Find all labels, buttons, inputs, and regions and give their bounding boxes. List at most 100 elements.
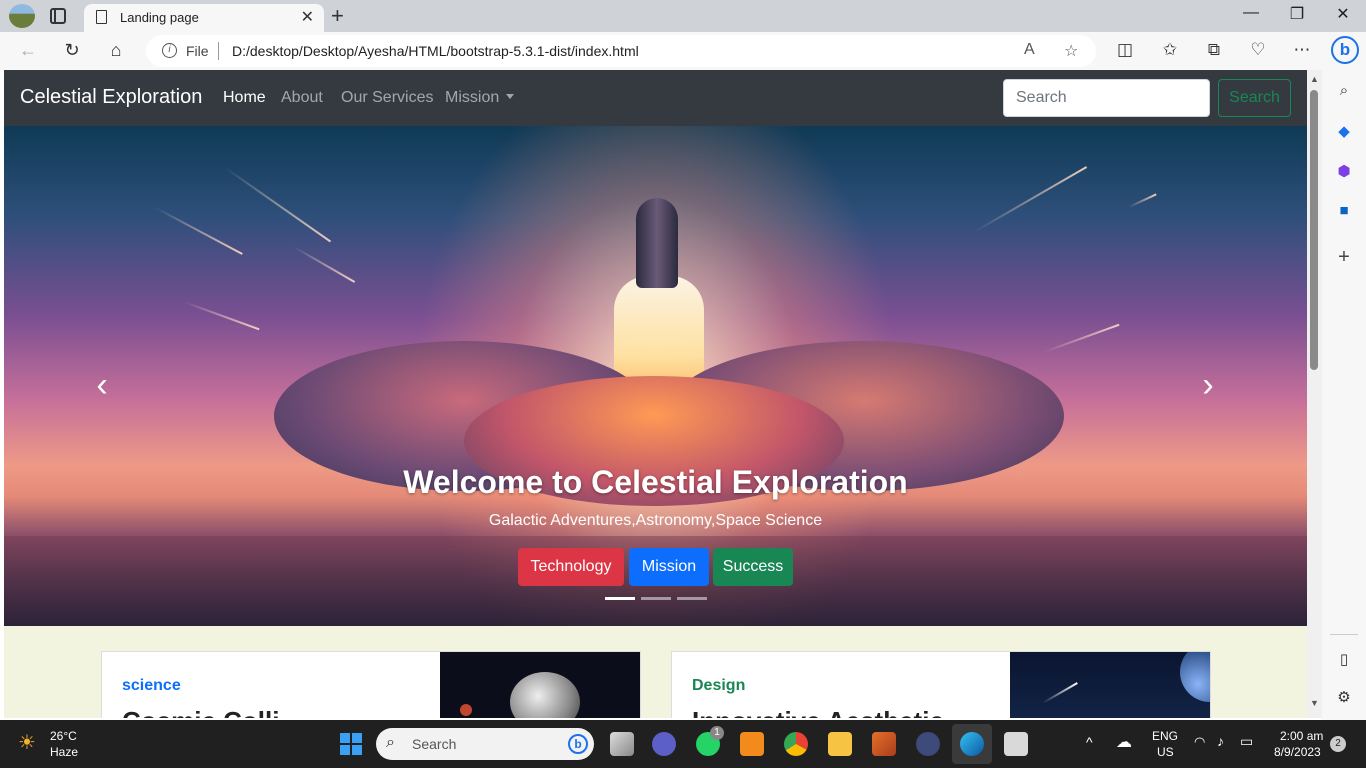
browser-toolbar: ← ↻ ⌂ i File D:/desktop/Desktop/Ayesha/H… [0, 32, 1366, 70]
tab-actions-icon[interactable] [50, 8, 66, 24]
meteor-streak [1043, 323, 1120, 353]
carousel-indicator-1[interactable] [605, 597, 635, 600]
weather-desc[interactable]: Haze [50, 745, 78, 759]
back-icon[interactable]: ← [16, 40, 40, 61]
page-scrollbar[interactable]: ▲ ▼ [1307, 70, 1322, 718]
nav-our-services[interactable]: Our Services [341, 89, 433, 107]
favorite-star-icon[interactable]: ☆ [1064, 41, 1078, 61]
new-tab-button[interactable]: + [331, 3, 344, 29]
mission-button[interactable]: Mission [629, 548, 709, 586]
carousel-indicator-3[interactable] [677, 597, 707, 600]
astronaut-image [440, 652, 640, 718]
design-card[interactable]: Design Innovative Aesthetic [671, 651, 1211, 718]
address-prefix: File [186, 43, 209, 59]
outlook-icon[interactable]: ■ [1334, 202, 1354, 222]
comet [1042, 682, 1078, 704]
sublime-text-icon[interactable] [740, 732, 764, 756]
weather-haze-icon[interactable]: ☀ [18, 730, 36, 755]
video-chat-icon[interactable] [652, 732, 676, 756]
volume-icon[interactable]: ♪ [1217, 733, 1224, 749]
sidebar-divider [1330, 634, 1358, 635]
address-bar[interactable]: i File D:/desktop/Desktop/Ayesha/HTML/bo… [146, 35, 1096, 67]
file-explorer-icon[interactable] [828, 732, 852, 756]
science-card[interactable]: science Cosmic Colli [101, 651, 641, 718]
scroll-down-icon[interactable]: ▼ [1310, 698, 1319, 708]
site-brand[interactable]: Celestial Exploration [20, 86, 202, 109]
card-category: science [122, 677, 181, 694]
url-text[interactable]: D:/desktop/Desktop/Ayesha/HTML/bootstrap… [232, 43, 639, 59]
more-menu-icon[interactable]: ⋯ [1290, 40, 1314, 60]
card-category: Design [692, 677, 746, 694]
nav-mission-dropdown[interactable]: Mission [445, 89, 515, 107]
meteor-streak [153, 206, 243, 255]
search-icon[interactable]: ⌕ [1334, 82, 1354, 102]
bing-icon: b [568, 734, 588, 754]
tab-close-icon[interactable]: ✕ [301, 7, 314, 27]
site-search-input[interactable] [1003, 79, 1210, 117]
clock-date[interactable]: 8/9/2023 [1274, 745, 1321, 759]
search-icon: ⌕ [386, 734, 395, 751]
window-close-button[interactable]: ✕ [1320, 4, 1366, 24]
sidebar-toggle-icon[interactable]: ▯ [1334, 650, 1354, 670]
snipping-tool-icon[interactable] [1004, 732, 1028, 756]
split-screen-icon[interactable]: ◫ [1113, 40, 1137, 60]
weather-temp[interactable]: 26°C [50, 729, 77, 743]
office-icon[interactable]: ⬢ [1334, 162, 1354, 182]
rocket [636, 198, 678, 288]
settings-gear-icon[interactable]: ⚙ [1334, 688, 1354, 708]
favorites-icon[interactable]: ✩ [1158, 40, 1182, 60]
onedrive-cloud-icon[interactable]: ☁ [1116, 732, 1132, 752]
profile-avatar[interactable] [9, 4, 35, 28]
carousel-prev-icon[interactable]: ‹ [82, 366, 122, 405]
info-icon[interactable]: i [162, 43, 177, 58]
nav-about[interactable]: About [281, 89, 323, 107]
read-aloud-icon[interactable]: A [1024, 41, 1035, 59]
scroll-up-icon[interactable]: ▲ [1310, 74, 1319, 84]
notification-badge[interactable]: 2 [1330, 736, 1346, 752]
browser-essentials-icon[interactable]: ♡ [1246, 40, 1270, 60]
caret-down-icon [506, 94, 515, 99]
tab-title: Landing page [120, 10, 199, 25]
scroll-thumb[interactable] [1310, 90, 1318, 370]
chevron-up-icon[interactable]: ^ [1086, 734, 1093, 750]
astronaut-helmet [510, 672, 580, 718]
add-icon[interactable]: + [1334, 246, 1354, 268]
card-title: Cosmic Colli [122, 706, 279, 718]
restore-button[interactable]: ❐ [1274, 4, 1320, 24]
app-icon[interactable] [916, 732, 940, 756]
matlab-icon[interactable] [872, 732, 896, 756]
page-icon [96, 10, 107, 24]
nav-home[interactable]: Home [223, 89, 266, 107]
task-view-icon[interactable] [610, 732, 634, 756]
clock-time[interactable]: 2:00 am [1280, 729, 1323, 743]
windows-start-icon[interactable] [340, 733, 362, 755]
language-top[interactable]: ENG [1152, 729, 1178, 743]
meteor-streak [223, 166, 332, 243]
collections-icon[interactable]: ⧉ [1202, 40, 1226, 60]
taskbar-search[interactable]: ⌕ Search b [376, 728, 594, 760]
planet [460, 704, 472, 716]
wifi-icon[interactable]: ◠ [1194, 734, 1205, 750]
browser-tab[interactable]: Landing page ✕ [84, 4, 324, 32]
battery-icon[interactable]: ▭ [1240, 733, 1253, 750]
edge-icon[interactable] [960, 732, 984, 756]
whatsapp-badge: 1 [710, 726, 724, 740]
nav-mission-label: Mission [445, 89, 500, 106]
home-icon[interactable]: ⌂ [104, 40, 128, 61]
carousel-indicator-2[interactable] [641, 597, 671, 600]
shopping-tag-icon[interactable]: ◆ [1334, 122, 1354, 142]
meteor-streak [293, 246, 356, 283]
technology-button[interactable]: Technology [518, 548, 624, 586]
carousel-next-icon[interactable]: › [1188, 366, 1228, 405]
success-button[interactable]: Success [713, 548, 793, 586]
browser-tab-bar: Landing page ✕ + — ❐ ✕ [0, 0, 1366, 32]
copilot-icon[interactable]: b [1331, 36, 1359, 64]
hero-subtitle: Galactic Adventures,Astronomy,Space Scie… [488, 512, 823, 529]
chrome-icon[interactable] [784, 732, 808, 756]
language-bottom[interactable]: US [1157, 745, 1174, 759]
site-search-button[interactable]: Search [1218, 79, 1291, 117]
refresh-icon[interactable]: ↻ [60, 40, 84, 61]
minimize-button[interactable]: — [1228, 4, 1274, 22]
meteor-streak [183, 301, 260, 331]
page-viewport: Celestial Exploration Home About Our Ser… [4, 70, 1307, 718]
